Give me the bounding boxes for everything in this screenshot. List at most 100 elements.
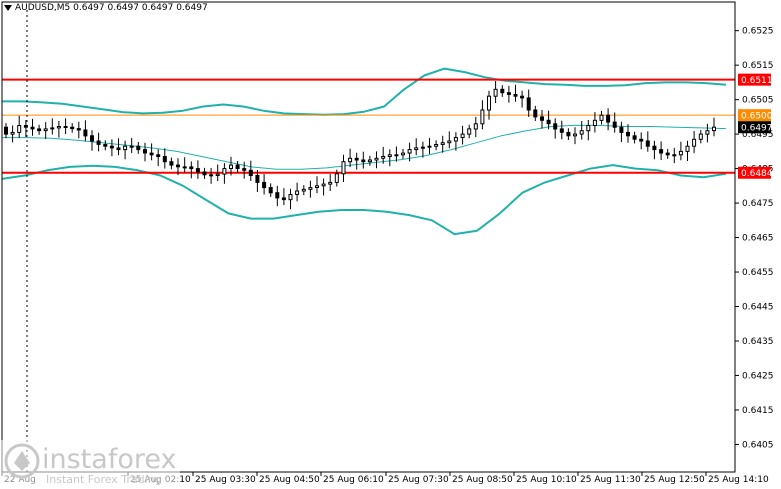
chart-header: AUDUSD,M5 0.6497 0.6497 0.6497 0.6497 [4, 3, 208, 13]
level-price-tag: 0.6484 [738, 166, 773, 179]
candle [4, 123, 8, 139]
level-price-tag: 0.6500 [738, 109, 773, 122]
candle-body [315, 185, 319, 189]
candle [374, 151, 379, 169]
candle-body [129, 145, 134, 148]
dropdown-triangle-icon[interactable] [4, 4, 12, 11]
candle-body [513, 94, 518, 97]
candle [606, 108, 611, 131]
candle-body [487, 95, 491, 111]
candle [109, 139, 114, 157]
candle [573, 127, 577, 145]
candle [540, 110, 544, 129]
candle [30, 118, 35, 136]
candle-body [361, 159, 366, 163]
candle [665, 148, 670, 159]
candle-body [43, 128, 48, 132]
candle [579, 121, 584, 140]
y-tick-label: 0.6525 [742, 27, 774, 37]
candle [50, 118, 55, 135]
candle [248, 160, 253, 181]
candle-body [96, 140, 101, 145]
watermark-brand: instaforex [42, 444, 177, 475]
candle-body [328, 181, 333, 185]
candle-body [215, 173, 220, 177]
candle-body [4, 126, 8, 135]
candle-body [460, 133, 465, 139]
candle [63, 118, 68, 135]
level-price-tag-label: 0.6511 [741, 76, 773, 86]
x-tick-label: 25 Aug 11:30 [580, 475, 641, 485]
candle [520, 90, 525, 108]
current-price-tag: 0.6497 [738, 121, 773, 134]
level-price-tag-label: 0.6500 [741, 112, 773, 122]
candle-body [76, 128, 81, 131]
candle-body [573, 133, 577, 137]
y-tick-label: 0.6415 [742, 406, 774, 416]
candle-body [566, 131, 571, 137]
x-tick-label: 25 Aug 14:10 [708, 475, 769, 485]
candle-body [526, 97, 531, 111]
candle-body [493, 88, 498, 97]
candle-body [255, 175, 260, 183]
candle [169, 157, 174, 170]
candle [566, 128, 571, 140]
candle-body [182, 166, 187, 169]
level-price-tag-label: 0.6484 [741, 169, 773, 179]
candle-body [401, 152, 405, 156]
candle-body [672, 154, 677, 157]
candle-body [156, 154, 161, 158]
candle [401, 148, 405, 159]
candle-body [56, 126, 61, 129]
candle [195, 160, 200, 179]
candle-body [136, 145, 141, 151]
price-chart[interactable]: 0.65250.65150.65050.64950.64850.64750.64… [0, 0, 781, 489]
candle [447, 131, 452, 149]
x-tick-label: 25 Aug 04:50 [259, 475, 320, 485]
candle [354, 152, 359, 170]
candle-body [619, 126, 624, 133]
candle-body [632, 135, 637, 140]
candle [189, 161, 194, 179]
candle-body [301, 188, 306, 192]
candle [262, 174, 267, 195]
candle-body [189, 166, 194, 170]
candle-body [123, 145, 128, 151]
candle-body [592, 119, 597, 127]
candle-body [262, 181, 267, 189]
x-tick-label: 25 Aug 03:30 [195, 475, 256, 485]
candle [37, 124, 42, 135]
candle-body [559, 128, 564, 133]
candle-body [705, 130, 710, 135]
candle-body [149, 152, 154, 156]
x-tick-label: 25 Aug 06:10 [323, 475, 384, 485]
ohlc-values: 0.6497 0.6497 0.6497 0.6497 [73, 3, 208, 13]
candle-body [712, 126, 716, 132]
chart-frame [1, 1, 736, 473]
candle-body [30, 126, 35, 130]
candle [712, 117, 716, 137]
candle-body [162, 156, 167, 163]
candle [414, 138, 419, 156]
candle-body [176, 164, 180, 168]
candle-body [612, 121, 617, 128]
candle-body [288, 194, 293, 201]
candle-body [63, 126, 68, 128]
candle [149, 143, 154, 161]
candle-body [606, 114, 611, 123]
candle [202, 167, 207, 179]
candle [480, 100, 485, 130]
candle [96, 132, 101, 152]
y-tick-label: 0.6515 [742, 61, 774, 71]
candle-body [678, 150, 683, 156]
candle-body [367, 159, 372, 163]
candle [559, 120, 564, 140]
candle [361, 151, 366, 169]
candle [460, 125, 465, 145]
candle-body [473, 123, 478, 130]
y-tick-label: 0.6455 [742, 268, 774, 278]
candle-body [414, 147, 419, 151]
candle [281, 188, 286, 206]
candle [162, 148, 167, 169]
candle [685, 140, 690, 161]
